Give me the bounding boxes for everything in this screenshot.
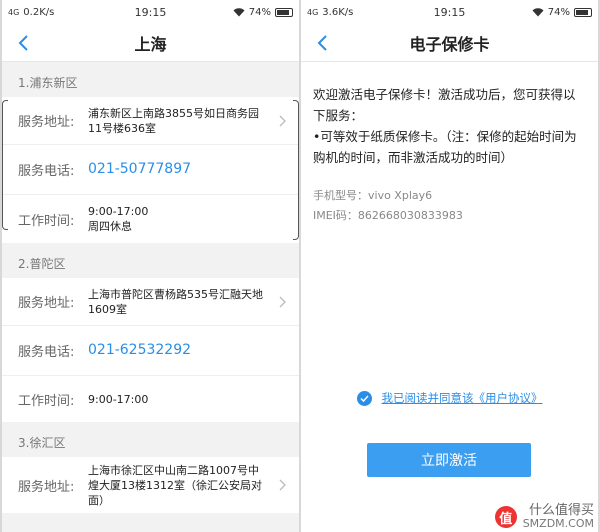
agreement-row: 我已阅读并同意该《用户协议》 xyxy=(301,390,598,406)
watermark-line1: 什么值得买 xyxy=(528,503,594,518)
hours-row: 工作时间: 9:00-17:00 周四休息 xyxy=(2,195,299,243)
address-label: 服务地址: xyxy=(18,115,75,130)
phone-link[interactable]: 021-62532292 xyxy=(88,343,283,358)
chevron-right-icon xyxy=(279,479,286,491)
status-time: 19:15 xyxy=(134,5,167,19)
intro-text: 欢迎激活电子保修卡！激活成功后，您可获得以下服务： xyxy=(313,87,576,123)
service-card: 服务地址: 上海市普陀区曹杨路535号汇融天地1609室 服务电话: 021-6… xyxy=(2,278,299,422)
watermark-text: 什么值得买 SMZDM.COM xyxy=(523,504,594,530)
address-value: 浦东新区上南路3855号如日商务园11号楼636室 xyxy=(88,106,259,135)
model-info: 手机型号：vivo Xplay6 xyxy=(313,189,433,202)
address-row[interactable]: 服务地址: 上海市普陀区曹杨路535号汇融天地1609室 xyxy=(2,278,299,326)
checkbox-checked-icon[interactable] xyxy=(356,390,372,406)
device-info: 手机型号：vivo Xplay6 IMEI码：862668030833983 xyxy=(313,186,586,226)
hours-label: 工作时间: xyxy=(18,213,75,229)
phone-link[interactable]: 021-50777897 xyxy=(88,162,283,177)
battery-icon xyxy=(275,7,293,17)
address-label: 服务地址: xyxy=(18,479,75,495)
battery-icon xyxy=(574,7,592,17)
highlight-bracket-left xyxy=(2,100,8,230)
address-label: 服务地址: xyxy=(18,296,75,311)
service-card: 服务地址: 浦东新区上南路3855号如日商务园11号楼636室 服务电话: 02… xyxy=(2,97,299,243)
hours-row: 工作时间: 9:00-17:00 xyxy=(2,376,299,422)
warranty-content: 欢迎激活电子保修卡！激活成功后，您可获得以下服务： •可等效于纸质保修卡。（注：… xyxy=(301,62,598,226)
section-label: 3.徐汇区 xyxy=(18,436,66,450)
activate-button[interactable]: 立即激活 xyxy=(367,443,531,477)
smzdm-logo-icon: 值 xyxy=(494,506,517,528)
back-icon[interactable] xyxy=(313,33,333,53)
chevron-right-icon xyxy=(279,296,286,307)
page-title: 上海 xyxy=(134,34,167,54)
address-row[interactable]: 服务地址: 浦东新区上南路3855号如日商务园11号楼636室 xyxy=(2,97,299,145)
status-bar: 4G 3.6K/s 19:15 74% xyxy=(301,0,598,24)
status-time: 19:15 xyxy=(433,5,466,19)
nav-bar: 电子保修卡 xyxy=(301,24,598,62)
phone-row[interactable]: 服务电话: 021-50777897 xyxy=(2,145,299,195)
address-value: 上海市普陀区曹杨路535号汇融天地1609室 xyxy=(88,287,263,316)
right-screen: 4G 3.6K/s 19:15 74% 电子保修卡 欢迎激活电子保修卡！激活成功… xyxy=(301,0,598,532)
imei-info: IMEI码：862668030833983 xyxy=(313,209,463,222)
chevron-right-icon xyxy=(279,115,286,126)
highlight-bracket-right xyxy=(293,100,299,240)
hours-note: 周四休息 xyxy=(88,220,132,233)
hours-label: 工作时间: xyxy=(18,393,75,409)
status-bar: 4G 0.2K/s 19:15 74% xyxy=(2,0,299,24)
user-agreement-link[interactable]: 我已阅读并同意该《用户协议》 xyxy=(382,390,543,406)
phone-row[interactable]: 服务电话: 021-62532292 xyxy=(2,326,299,376)
intro-benefit: •可等效于纸质保修卡。（注：保修的起始时间为购机的时间，而非激活成功的时间） xyxy=(313,129,577,165)
back-icon[interactable] xyxy=(14,33,34,53)
phone-label: 服务电话: xyxy=(18,345,75,360)
hours-value: 9:00-17:00 周四休息 xyxy=(88,204,283,234)
hours-time: 9:00-17:00 xyxy=(88,205,149,218)
service-card: 服务地址: 上海市徐汇区中山南二路1007号中煌大厦13楼1312室（徐汇公安局… xyxy=(2,457,299,513)
phone-label: 服务电话: xyxy=(18,164,75,179)
section-label: 1.浦东新区 xyxy=(18,76,78,90)
address-row[interactable]: 服务地址: 上海市徐汇区中山南二路1007号中煌大厦13楼1312室（徐汇公安局… xyxy=(2,457,299,513)
hours-value: 9:00-17:00 xyxy=(88,392,149,406)
watermark: 值 什么值得买 SMZDM.COM xyxy=(494,504,594,530)
nav-bar: 上海 xyxy=(2,24,299,62)
page-title: 电子保修卡 xyxy=(409,34,490,54)
section-label: 2.普陀区 xyxy=(18,257,66,271)
watermark-line2: SMZDM.COM xyxy=(522,517,594,530)
address-value: 上海市徐汇区中山南二路1007号中煌大厦13楼1312室（徐汇公安局对面） xyxy=(88,463,262,507)
left-screen: 4G 0.2K/s 19:15 74% 上海 1.浦东新区 服务地址: 浦东新区… xyxy=(2,0,299,532)
